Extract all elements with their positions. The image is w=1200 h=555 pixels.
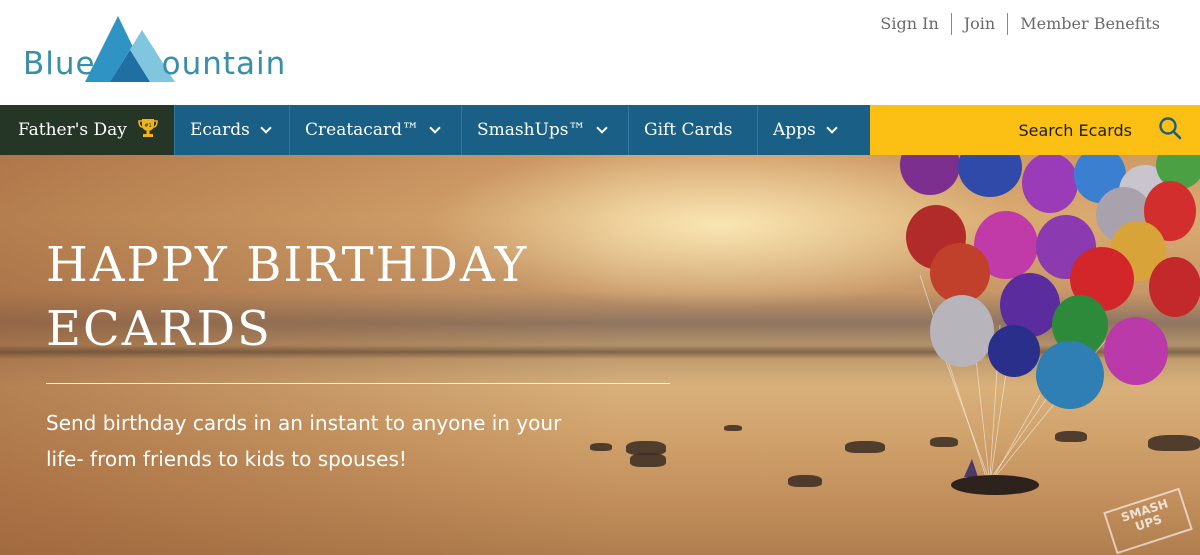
beach-rock bbox=[724, 425, 742, 431]
chevron-down-icon bbox=[826, 121, 838, 134]
logo-text-mountain: ountain bbox=[161, 46, 287, 82]
blue-mountain-logo[interactable]: Blue ountain bbox=[18, 14, 285, 94]
nav-item-label: Creatacard™ bbox=[305, 120, 419, 140]
nav-item-gift-cards[interactable]: Gift Cards bbox=[629, 105, 758, 155]
balloons-illustration bbox=[900, 155, 1200, 495]
logo-wordmark: Blue ountain bbox=[23, 46, 286, 82]
hero-subtitle: Send birthday cards in an instant to any… bbox=[46, 405, 686, 477]
beach-rock bbox=[788, 475, 822, 487]
hero-title-line: HAPPY BIRTHDAY bbox=[46, 237, 529, 293]
hero-title-line: ECARDS bbox=[46, 301, 272, 357]
logo-text-blue: Blue bbox=[23, 46, 96, 82]
trophy-icon: #1 bbox=[137, 118, 159, 143]
nav-item-label: SmashUps™ bbox=[477, 120, 586, 140]
nav-item-label: Gift Cards bbox=[644, 120, 733, 140]
hero-banner[interactable]: SMASH UPS HAPPY BIRTHDAY ECARDS Send bir… bbox=[0, 155, 1200, 555]
member-benefits-link[interactable]: Member Benefits bbox=[1008, 12, 1172, 36]
search-ecards-button[interactable]: Search Ecards bbox=[870, 105, 1200, 155]
chevron-down-icon bbox=[429, 121, 441, 134]
hero-subtitle-line: Send birthday cards in an instant to any… bbox=[46, 411, 562, 435]
svg-text:#1: #1 bbox=[144, 123, 151, 129]
nav-item-label: Father's Day bbox=[18, 120, 127, 140]
beach-rock bbox=[845, 441, 885, 453]
chevron-down-icon bbox=[260, 121, 272, 134]
nav-item-apps[interactable]: Apps bbox=[758, 105, 870, 155]
hero-divider bbox=[46, 383, 670, 384]
nav-item-ecards[interactable]: Ecards bbox=[175, 105, 290, 155]
main-navigation: Father's Day #1 Ecards Creatacard™ Smash… bbox=[0, 105, 1200, 155]
nav-item-creatacard[interactable]: Creatacard™ bbox=[290, 105, 462, 155]
hero-title: HAPPY BIRTHDAY ECARDS bbox=[46, 233, 528, 361]
site-header: Blue ountain Sign In Join Member Benefits bbox=[0, 0, 1200, 105]
nav-item-smashups[interactable]: SmashUps™ bbox=[462, 105, 629, 155]
account-links: Sign In Join Member Benefits bbox=[868, 12, 1172, 36]
join-link[interactable]: Join bbox=[952, 12, 1007, 36]
search-label: Search Ecards bbox=[1018, 120, 1132, 140]
nav-item-fathers-day[interactable]: Father's Day #1 bbox=[0, 105, 175, 155]
nav-item-label: Apps bbox=[773, 120, 816, 140]
sign-in-link[interactable]: Sign In bbox=[868, 12, 950, 36]
nav-item-label: Ecards bbox=[190, 120, 250, 140]
hero-subtitle-line: life- from friends to kids to spouses! bbox=[46, 447, 407, 471]
chevron-down-icon bbox=[595, 121, 608, 134]
search-icon bbox=[1158, 116, 1182, 144]
